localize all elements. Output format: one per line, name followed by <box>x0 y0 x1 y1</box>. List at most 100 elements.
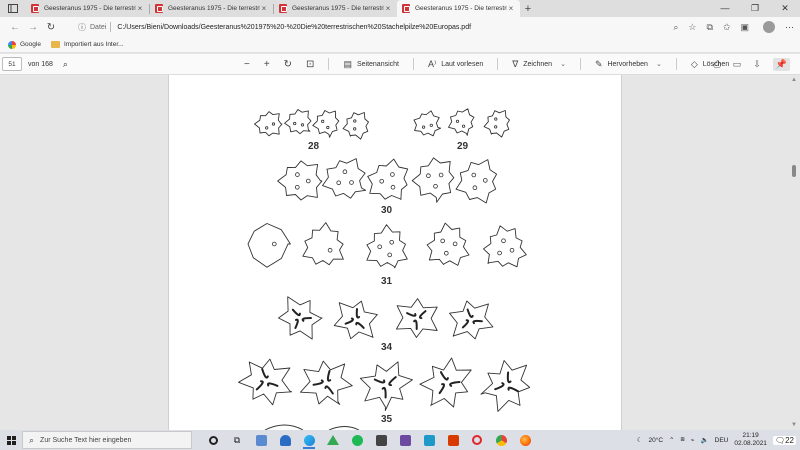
bookmark-imported-folder[interactable]: Importiert aus Inter... <box>50 41 124 48</box>
print-icon[interactable]: ⎙ <box>714 59 721 70</box>
spore-detail <box>388 376 397 387</box>
back-icon[interactable]: ← <box>6 22 24 33</box>
chevron-down-icon[interactable]: ⌄ <box>656 60 662 68</box>
close-tab-icon[interactable]: × <box>384 4 392 13</box>
weather-temperature[interactable]: 20°C <box>649 437 664 444</box>
notifications-icon[interactable]: 🗨22 <box>772 435 796 445</box>
minimize-icon[interactable]: — <box>710 0 740 17</box>
photos-app-icon[interactable] <box>252 432 270 448</box>
tab-1[interactable]: Geesteranus 1975 - Die terrestri × <box>26 0 149 17</box>
spore-detail <box>440 238 446 244</box>
url-text[interactable]: C:/Users/Bieni/Downloads/Geesteranus%201… <box>117 24 471 31</box>
extensions-icon[interactable]: ⧉ <box>707 22 713 33</box>
page-view-button[interactable]: ▤ Seitenansicht <box>343 59 399 70</box>
opera-browser-icon[interactable] <box>468 432 486 448</box>
spore-detail <box>271 122 276 126</box>
tab-actions-icon <box>8 4 18 13</box>
volume-icon[interactable]: 🔈 <box>701 436 709 444</box>
spore-drawing <box>455 159 498 204</box>
chevron-down-icon[interactable]: ⌄ <box>560 60 566 68</box>
bookmark-google[interactable]: Google <box>8 40 41 49</box>
page-view-label: Seitenansicht <box>356 60 399 68</box>
maximize-icon[interactable]: ❐ <box>740 0 770 17</box>
edge-browser-icon[interactable] <box>300 432 318 449</box>
pdf-toolbar: 51 von 168 ⌕ − + ↻ ⊡ ▤ Seitenansicht A⁾ La… <box>0 54 800 75</box>
highlight-label: Hervorheben <box>607 60 648 68</box>
weather-icon[interactable]: ☾ <box>637 436 643 444</box>
spore-detail <box>387 252 393 258</box>
spore-detail <box>324 385 334 395</box>
tab-actions-button[interactable] <box>0 0 26 17</box>
new-tab-button[interactable]: + <box>520 0 536 17</box>
favorites-icon[interactable]: ✩ <box>723 22 731 33</box>
firefox-browser-icon[interactable] <box>516 432 534 448</box>
search-icon[interactable]: ⌕ <box>63 59 68 70</box>
info-icon[interactable]: ⓘ <box>78 22 90 33</box>
tab-2[interactable]: Geesteranus 1975 - Die terrestri × <box>150 0 273 17</box>
mail-app-icon[interactable] <box>276 432 294 448</box>
page-number-input[interactable]: 51 <box>2 57 22 71</box>
office-app-icon[interactable] <box>444 432 462 448</box>
spore-drawing <box>342 112 369 140</box>
draw-button[interactable]: ∇ Zeichnen ⌄ <box>512 59 566 70</box>
figure-label-31: 31 <box>381 276 393 287</box>
collections-icon[interactable]: ▣ <box>740 22 749 33</box>
vertical-scrollbar[interactable]: ▲ ▼ <box>790 75 798 430</box>
spore-detail <box>438 383 446 395</box>
tab-4-active[interactable]: Geesteranus 1975 - Die terrestri × <box>397 0 520 17</box>
close-window-icon[interactable]: ✕ <box>770 0 800 17</box>
spore-detail <box>494 125 498 129</box>
store-app-icon[interactable] <box>372 432 390 448</box>
cortana-icon[interactable] <box>204 432 222 448</box>
page-view-icon: ▤ <box>343 58 352 69</box>
scrollbar-thumb[interactable] <box>792 165 796 177</box>
media-app-icon[interactable] <box>420 432 438 448</box>
language-indicator[interactable]: DEU <box>715 437 729 444</box>
spore-detail <box>466 308 474 319</box>
clock[interactable]: 21:19 02.08.2021 <box>734 432 767 448</box>
rotate-icon[interactable]: ↻ <box>284 59 292 70</box>
save-as-icon[interactable]: ⇩ <box>753 59 761 70</box>
start-button[interactable] <box>0 435 22 445</box>
figure-label-35: 35 <box>381 414 393 425</box>
highlight-button[interactable]: ✎ Hervorheben ⌄ <box>595 59 662 70</box>
pin-toolbar-icon[interactable]: 📌 <box>772 57 790 71</box>
zoom-icon[interactable]: ⌕ <box>673 22 678 33</box>
tray-app-icon[interactable]: ⧈ <box>681 436 685 444</box>
zoom-in-icon[interactable]: + <box>264 59 270 70</box>
spore-detail <box>438 172 444 178</box>
read-aloud-button[interactable]: A⁾ Laut vorlesen <box>428 59 483 70</box>
zoom-out-icon[interactable]: − <box>244 59 250 70</box>
profile-avatar[interactable] <box>763 21 775 33</box>
close-tab-icon[interactable]: × <box>136 4 144 13</box>
spotify-icon[interactable] <box>348 432 366 448</box>
chrome-browser-icon[interactable] <box>492 432 510 448</box>
spore-detail <box>494 117 498 121</box>
settings-app-icon[interactable] <box>396 432 414 448</box>
favorite-add-icon[interactable]: ☆ <box>688 22 696 33</box>
drive-app-icon[interactable] <box>324 432 342 448</box>
tray-chevron-icon[interactable]: ⌃ <box>669 436 674 444</box>
forward-icon[interactable]: → <box>24 22 42 33</box>
more-menu-icon[interactable]: ⋯ <box>785 22 794 33</box>
spore-drawing <box>413 110 442 137</box>
close-tab-icon[interactable]: × <box>260 4 268 13</box>
tab-3[interactable]: Geesteranus 1975 - Die terrestri × <box>274 0 397 17</box>
close-tab-icon[interactable]: × <box>507 4 515 13</box>
url-field[interactable]: ⓘ Datei C:/Users/Bieni/Downloads/Geester… <box>78 19 673 35</box>
spore-detail <box>455 119 460 123</box>
spore-detail <box>312 379 324 386</box>
toolbar-divider <box>579 58 581 70</box>
pdf-viewer[interactable]: 28 29 30 31 34 35 ▲ ▼ <box>0 75 800 430</box>
taskbar-search[interactable]: ⌕ Zur Suche Text hier eingeben <box>22 431 192 449</box>
network-icon[interactable]: ⌁ <box>691 436 695 444</box>
save-icon[interactable]: ▭ <box>733 59 742 70</box>
fit-page-icon[interactable]: ⊡ <box>306 59 314 70</box>
refresh-icon[interactable]: ↻ <box>42 22 60 33</box>
scroll-down-icon[interactable]: ▼ <box>791 422 797 428</box>
spore-detail <box>306 178 311 184</box>
scroll-up-icon[interactable]: ▲ <box>791 77 797 83</box>
spore-detail <box>406 312 417 317</box>
task-view-icon[interactable]: ⧉ <box>228 432 246 448</box>
spore-detail <box>355 308 361 319</box>
